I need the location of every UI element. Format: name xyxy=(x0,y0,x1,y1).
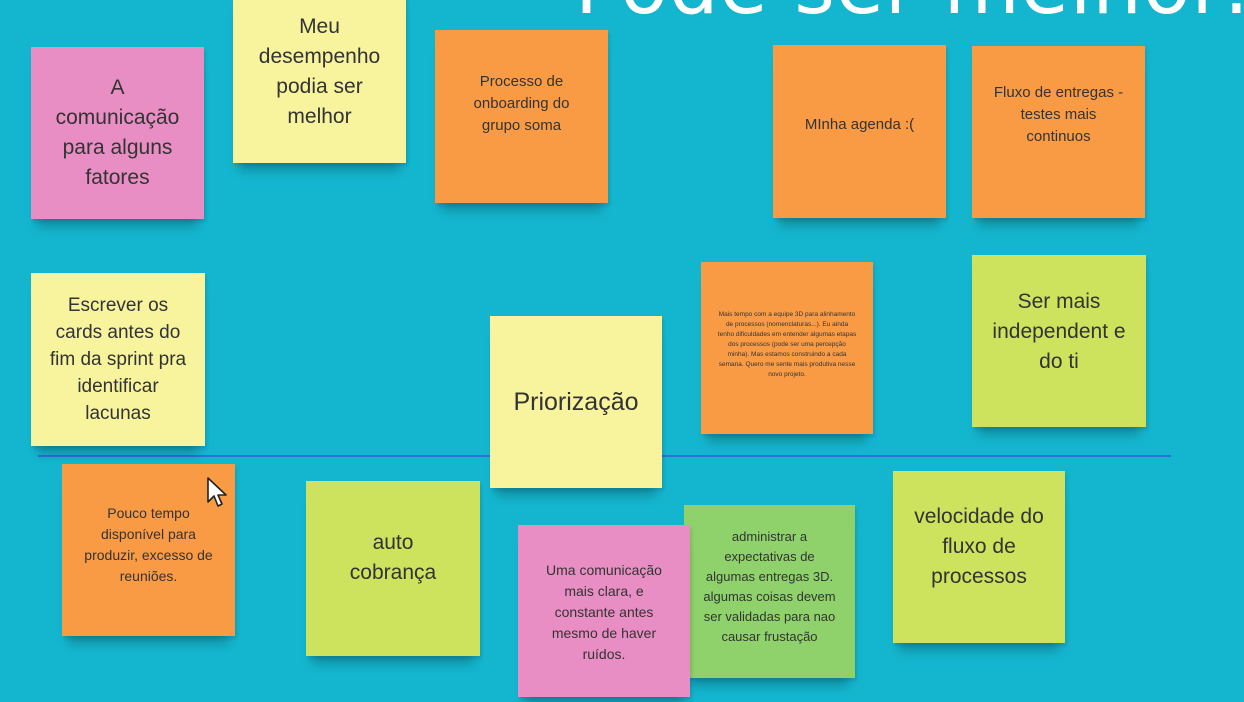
sticky-note-text: Fluxo de entregas - testes mais continuo… xyxy=(993,84,1124,145)
sticky-note-priorizacao[interactable]: Priorização xyxy=(490,316,662,488)
sticky-note-mais-tempo-equipe-3d[interactable]: Mais tempo com a equipe 3D para alinhame… xyxy=(701,262,873,434)
board-title: Pode ser melhor: xyxy=(575,0,1244,32)
sticky-note-ser-independente[interactable]: Ser mais independent e do ti xyxy=(972,255,1146,427)
sticky-note-auto-cobranca[interactable]: auto cobrança xyxy=(306,481,480,656)
sticky-note-text: Uma comunicação mais clara, e constante … xyxy=(546,561,662,662)
sticky-note-pouco-tempo[interactable]: Pouco tempo disponível para produzir, ex… xyxy=(62,464,235,636)
sticky-note-text: Ser mais independent e do ti xyxy=(992,290,1126,373)
sticky-note-text: Meu desempenho podia ser melhor xyxy=(258,14,381,128)
sticky-note-text: auto cobrança xyxy=(349,530,437,584)
sticky-note-text: A comunicação para alguns fatores xyxy=(55,76,180,189)
sticky-note-meu-desempenho[interactable]: Meu desempenho podia ser melhor xyxy=(233,0,406,163)
sticky-note-comunicacao-fatores[interactable]: A comunicação para alguns fatores xyxy=(31,47,204,219)
sticky-note-text: Priorização xyxy=(513,388,639,416)
sticky-note-comunicacao-clara[interactable]: Uma comunicação mais clara, e constante … xyxy=(518,525,690,697)
sticky-note-text: Processo de onboarding do grupo soma xyxy=(473,72,570,134)
sticky-note-fluxo-entregas[interactable]: Fluxo de entregas - testes mais continuo… xyxy=(972,46,1145,218)
sticky-note-text: Mais tempo com a equipe 3D para alinhame… xyxy=(717,311,857,378)
sticky-note-escrever-cards[interactable]: Escrever os cards antes do fim da sprint… xyxy=(31,273,205,446)
sticky-note-text: Pouco tempo disponível para produzir, ex… xyxy=(84,505,213,584)
sticky-note-minha-agenda[interactable]: MInha agenda :( xyxy=(773,45,946,218)
sticky-note-text: Escrever os cards antes do fim da sprint… xyxy=(49,295,187,424)
sticky-note-text: MInha agenda :( xyxy=(804,115,915,133)
sticky-note-velocidade-fluxo[interactable]: velocidade do fluxo de processos xyxy=(893,471,1065,643)
whiteboard-canvas[interactable]: Pode ser melhor: A comunicação para algu… xyxy=(0,0,1244,702)
sticky-note-text: administrar a expectativas de algumas en… xyxy=(703,528,836,644)
sticky-note-administrar-expectativas[interactable]: administrar a expectativas de algumas en… xyxy=(684,505,855,678)
sticky-note-text: velocidade do fluxo de processos xyxy=(914,505,1044,588)
sticky-note-onboarding[interactable]: Processo de onboarding do grupo soma xyxy=(435,30,608,203)
